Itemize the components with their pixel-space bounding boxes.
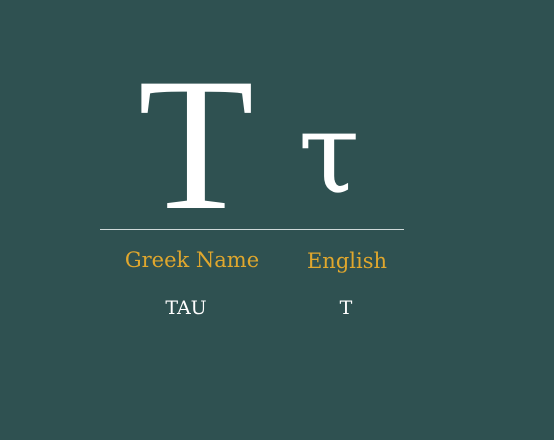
greek-name-value: TAU — [165, 297, 207, 319]
english-heading: English — [306, 249, 388, 273]
divider — [100, 229, 404, 230]
greek-name-heading: Greek Name — [124, 248, 260, 272]
english-value: T — [339, 297, 353, 319]
uppercase-letter: Τ — [137, 40, 255, 250]
lowercase-letter: τ — [298, 89, 360, 219]
